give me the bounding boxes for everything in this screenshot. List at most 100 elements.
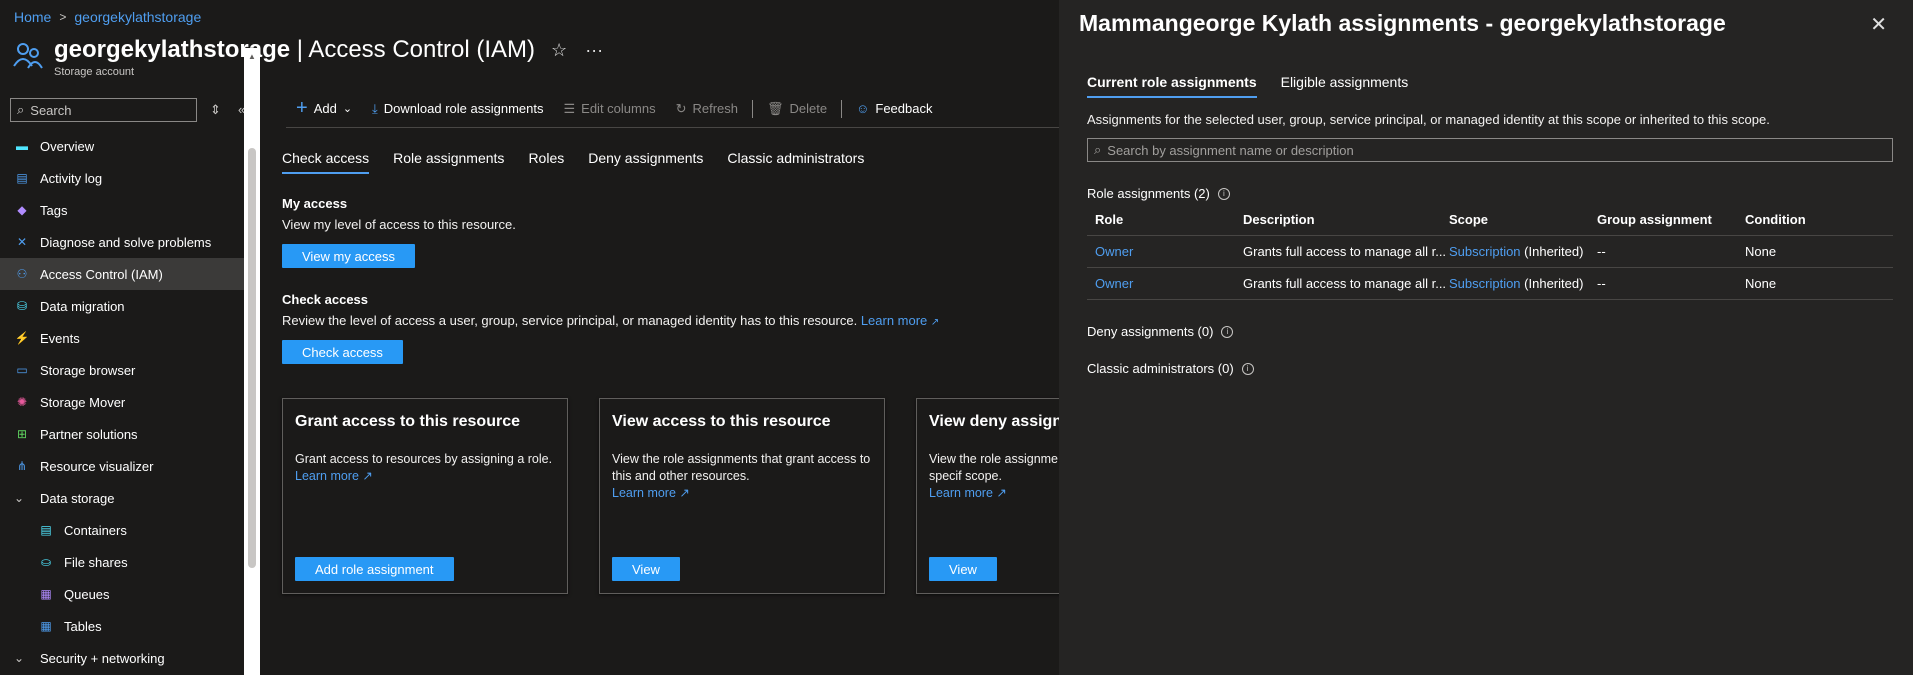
assignment-search-placeholder: Search by assignment name or description: [1107, 142, 1354, 158]
trash-icon: 🗑: [767, 100, 784, 116]
search-icon: ⌕: [1094, 142, 1102, 157]
column-header-scope[interactable]: Scope: [1449, 212, 1597, 227]
star-icon[interactable]: ☆: [551, 40, 567, 61]
description-cell: Grants full access to manage all r...: [1243, 244, 1447, 259]
sidebar-item-activity-log[interactable]: ▤ Activity log: [0, 162, 244, 194]
more-icon[interactable]: ···: [585, 40, 603, 61]
external-link-icon: ↗: [996, 486, 1007, 500]
sidebar-item-storage-browser[interactable]: ▭ Storage browser: [0, 354, 244, 386]
breadcrumb-home[interactable]: Home: [14, 9, 51, 25]
column-header-group-assignment[interactable]: Group assignment: [1597, 212, 1745, 227]
sidebar-search-placeholder: Search: [30, 102, 72, 118]
scroll-thumb[interactable]: [248, 148, 256, 568]
queues-icon: ▦: [40, 587, 52, 601]
delete-button[interactable]: 🗑 Delete: [757, 98, 837, 120]
role-link[interactable]: Owner: [1095, 244, 1243, 259]
sidebar-item-diagnose-and-solve-problems[interactable]: ✕ Diagnose and solve problems: [0, 226, 244, 258]
lightning-icon: ⚡: [14, 331, 30, 345]
feedback-label: Feedback: [875, 101, 933, 116]
file-shares-icon: ⛀: [40, 555, 52, 569]
sidebar-scrollbar[interactable]: ▲: [244, 48, 260, 675]
check-access-section: Check access Review the level of access …: [282, 292, 939, 364]
tag-icon: ◆: [17, 203, 27, 217]
refresh-button[interactable]: ↻ Refresh: [666, 98, 748, 120]
info-icon[interactable]: i: [1221, 325, 1234, 338]
column-header-condition[interactable]: Condition: [1745, 212, 1901, 227]
sidebar-item-data-migration[interactable]: ⛁ Data migration: [0, 290, 244, 322]
card-learn-more-link[interactable]: Learn more: [612, 486, 676, 500]
info-icon[interactable]: i: [1217, 187, 1230, 200]
assignment-search-input[interactable]: ⌕ Search by assignment name or descripti…: [1087, 138, 1893, 162]
title-separator: |: [296, 36, 303, 63]
delete-label: Delete: [789, 101, 828, 116]
sort-icon[interactable]: ⇕: [210, 102, 221, 118]
sidebar-item-containers[interactable]: ▤ Containers: [0, 514, 244, 546]
plus-icon: +: [296, 97, 308, 119]
role-assignments-heading: Role assignments (2) i: [1087, 186, 1230, 201]
sidebar-item-label: Resource visualizer: [40, 458, 154, 474]
card-title: View access to this resource: [612, 413, 831, 430]
role-assignments-table: Role Description Scope Group assignment …: [1087, 204, 1893, 300]
card-desc-text: View the role assignments that grant acc…: [612, 452, 871, 483]
sidebar-item-tags[interactable]: ◆ Tags: [0, 194, 244, 226]
check-access-learn-more-link[interactable]: Learn more: [861, 313, 927, 328]
column-header-description[interactable]: Description: [1243, 212, 1449, 227]
check-access-button[interactable]: Check access: [282, 340, 403, 364]
sidebar-item-events[interactable]: ⚡ Events: [0, 322, 244, 354]
breadcrumb-resource[interactable]: georgekylathstorage: [74, 9, 201, 25]
sidebar-item-resource-visualizer[interactable]: ⋔ Resource visualizer: [0, 450, 244, 482]
card-learn-more-link[interactable]: Learn more: [295, 469, 359, 483]
scope-cell: Subscription (Inherited): [1449, 276, 1597, 291]
edit-columns-button[interactable]: ☰ Edit columns: [554, 98, 666, 120]
add-button[interactable]: + Add ⌄: [286, 97, 362, 120]
info-icon[interactable]: i: [1241, 362, 1254, 375]
edit-columns-label: Edit columns: [581, 101, 656, 116]
table-row: Owner Grants full access to manage all r…: [1087, 236, 1893, 268]
sidebar-item-partner-solutions[interactable]: ⊞ Partner solutions: [0, 418, 244, 450]
sidebar-item-file-shares[interactable]: ⛀ File shares: [0, 546, 244, 578]
view-my-access-button[interactable]: View my access: [282, 244, 415, 268]
sidebar-item-security-networking[interactable]: ⌄ Security + networking: [0, 642, 244, 674]
tab-deny-assignments[interactable]: Deny assignments: [588, 150, 703, 174]
toolbar-divider: [752, 99, 754, 118]
column-header-role[interactable]: Role: [1095, 212, 1243, 227]
scroll-up-icon[interactable]: ▲: [248, 52, 256, 61]
add-role-assignment-button[interactable]: Add role assignment: [295, 557, 454, 581]
feedback-button[interactable]: ☺ Feedback: [846, 98, 942, 120]
tab-classic-administrators[interactable]: Classic administrators: [727, 150, 864, 174]
tab-eligible-assignments[interactable]: Eligible assignments: [1281, 74, 1409, 98]
download-role-assignments-button[interactable]: ⤓ Download role assignments: [362, 98, 553, 120]
view-access-button[interactable]: View: [612, 557, 680, 581]
tab-current-role-assignments[interactable]: Current role assignments: [1087, 74, 1257, 98]
check-access-heading: Check access: [282, 292, 369, 307]
scope-link[interactable]: Subscription: [1449, 244, 1521, 259]
sidebar-item-tables[interactable]: ▦ Tables: [0, 610, 244, 642]
add-label: Add: [313, 101, 337, 116]
card-learn-more-link[interactable]: Learn more: [929, 486, 993, 500]
sidebar-item-label: Overview: [40, 138, 95, 154]
activity-log-icon: ▤: [16, 171, 28, 185]
sidebar-search-input[interactable]: ⌕ Search: [10, 98, 197, 122]
tab-check-access[interactable]: Check access: [282, 150, 370, 174]
tab-role-assignments[interactable]: Role assignments: [393, 150, 504, 174]
view-deny-button[interactable]: View: [929, 557, 997, 581]
sidebar-item-label: Diagnose and solve problems: [40, 234, 212, 250]
classic-administrators-label: Classic administrators (0): [1087, 361, 1234, 376]
command-bar: + Add ⌄ ⤓ Download role assignments ☰ Ed…: [286, 97, 1060, 128]
panel-tabs: Current role assignments Eligible assign…: [1087, 74, 1408, 98]
storage-mover-icon: ✺: [16, 395, 28, 409]
role-link[interactable]: Owner: [1095, 276, 1243, 291]
page-name: Access Control (IAM): [308, 36, 536, 63]
sidebar-item-queues[interactable]: ▦ Queues: [0, 578, 244, 610]
sidebar-item-data-storage[interactable]: ⌄ Data storage: [0, 482, 244, 514]
assignments-panel: Mammangeorge Kylath assignments - george…: [1059, 0, 1913, 675]
deny-assignments-label: Deny assignments (0): [1087, 324, 1214, 339]
close-icon[interactable]: ✕: [1870, 12, 1887, 37]
sidebar-item-access-control-iam[interactable]: ⚇ Access Control (IAM): [0, 258, 244, 290]
external-link-icon: ↗: [362, 469, 373, 483]
sidebar-item-overview[interactable]: ▬ Overview: [0, 130, 244, 162]
sidebar-item-storage-mover[interactable]: ✺ Storage Mover: [0, 386, 244, 418]
tab-roles[interactable]: Roles: [528, 150, 564, 174]
scope-link[interactable]: Subscription: [1449, 276, 1521, 291]
sidebar-nav: ▬ Overview ▤ Activity log ◆ Tags ✕ Diagnose and…: [0, 130, 244, 674]
